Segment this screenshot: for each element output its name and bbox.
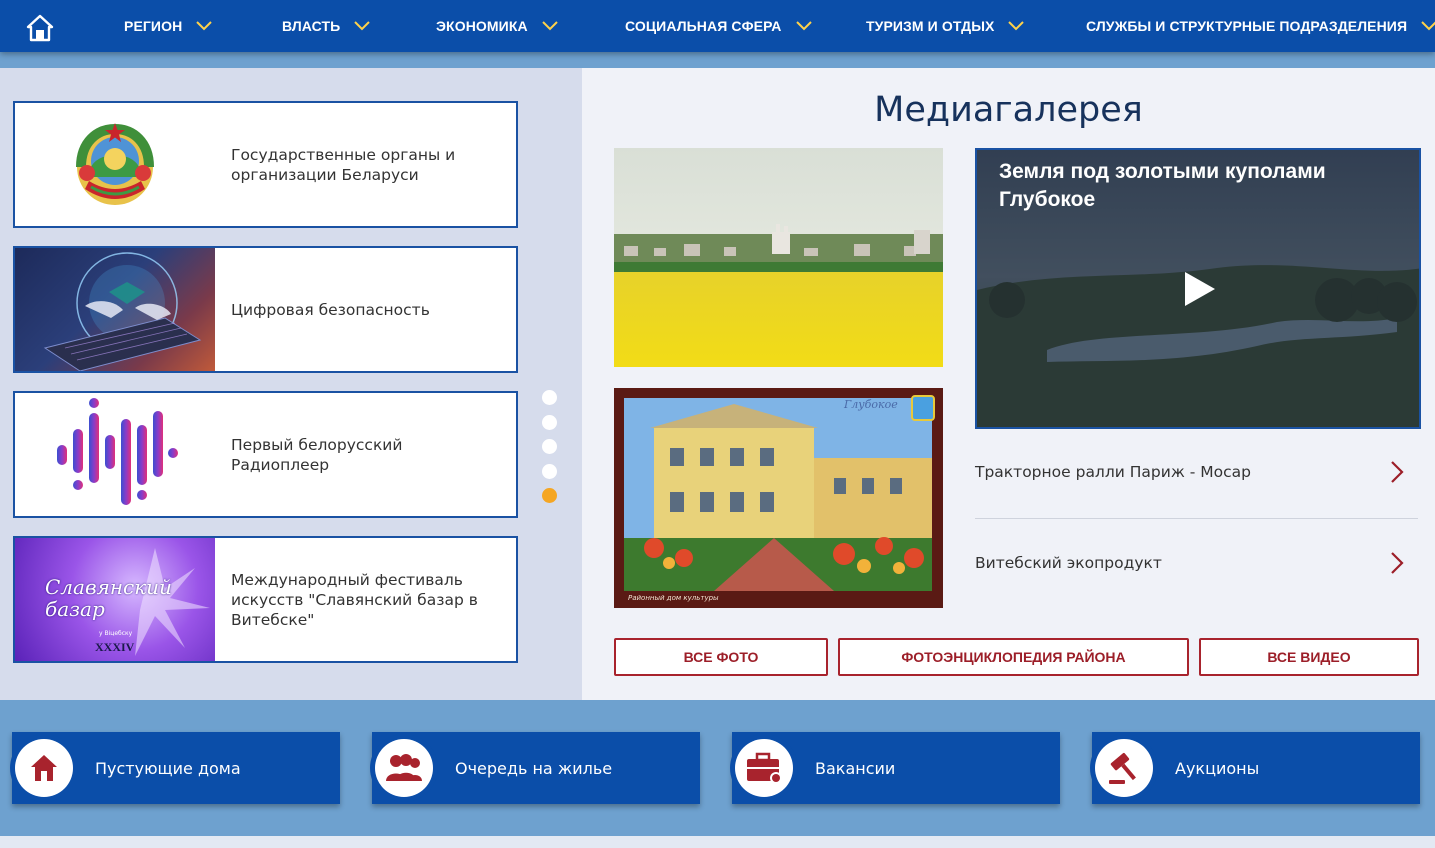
video-link-label: Тракторное ралли Париж - Мосар [975, 463, 1251, 481]
chevron-down-icon [196, 21, 212, 31]
chevron-down-icon [795, 21, 812, 31]
service-icon-wrapper [10, 734, 78, 802]
banner-digital-security[interactable]: Цифровая безопасность [13, 246, 518, 373]
gallery-title: Медиагалерея [874, 90, 1143, 130]
video-title: Земля под золотыми куполами Глубокое [999, 160, 1326, 211]
belarus-emblem-icon [15, 103, 215, 226]
gavel-icon [1109, 752, 1136, 784]
photo-encyclopedia-button[interactable]: ФОТОЭНЦИКЛОПЕДИЯ РАЙОНА [838, 638, 1189, 676]
header-strip [0, 52, 1435, 68]
service-housing-queue[interactable]: Очередь на жилье [370, 732, 700, 804]
nav-item-economy[interactable]: ЭКОНОМИКА [436, 0, 558, 52]
service-auctions[interactable]: Аукционы [1090, 732, 1420, 804]
service-icon-wrapper [730, 734, 798, 802]
slider-dot[interactable] [542, 439, 557, 454]
cyber-security-image [15, 248, 215, 371]
radio-wave-logo-icon [15, 393, 215, 516]
service-vacancies[interactable]: Вакансии [730, 732, 1060, 804]
nav-item-social[interactable]: СОЦИАЛЬНАЯ СФЕРА [625, 0, 812, 52]
banner-label: Международный фестиваль искусств "Славян… [231, 570, 478, 629]
festival-edition-number: XXXIV [95, 640, 135, 654]
nav-item-tourism[interactable]: ТУРИЗМ И ОТДЫХ [866, 0, 1025, 52]
nav-item-region[interactable]: РЕГИОН [124, 0, 212, 52]
briefcase-icon [747, 752, 782, 784]
gallery-photo-field[interactable] [614, 148, 943, 367]
festival-logo-text: Славянский базар [45, 575, 172, 621]
all-videos-button[interactable]: ВСЕ ВИДЕО [1199, 638, 1419, 676]
slider-dot[interactable] [542, 414, 557, 430]
slider-dot[interactable] [542, 463, 557, 479]
banner-radio-player[interactable]: Первый белорусский Радиоплеер [13, 391, 518, 518]
photo-caption: Районный дом культуры [628, 594, 719, 602]
service-icon-wrapper [370, 734, 438, 802]
service-icon-wrapper [1090, 734, 1158, 802]
chevron-down-icon [354, 21, 371, 31]
chevron-down-icon [1008, 21, 1025, 31]
nav-label: СЛУЖБЫ И СТРУКТУРНЫЕ ПОДРАЗДЕЛЕНИЯ [1086, 18, 1408, 34]
photo-stamp-text: Глубокое [844, 398, 898, 411]
festival-logo-subtext: у Віцебску [99, 630, 133, 637]
gallery-video[interactable]: Земля под золотыми куполами Глубокое [975, 148, 1421, 429]
nav-label: ВЛАСТЬ [282, 18, 341, 34]
nav-label: ЭКОНОМИКА [436, 18, 528, 34]
house-icon [31, 755, 57, 781]
video-link-label: Витебский экопродукт [975, 554, 1162, 572]
chevron-right-icon [1391, 552, 1404, 574]
media-gallery: Медиагалерея Глубокое Районный дом культ… [582, 68, 1435, 700]
page-footer-edge [0, 836, 1435, 848]
service-empty-houses[interactable]: Пустующие дома [10, 732, 340, 804]
top-navigation: РЕГИОН ВЛАСТЬ ЭКОНОМИКА СОЦИАЛЬНАЯ СФЕРА… [0, 0, 1435, 52]
banner-label: Цифровая безопасность [231, 300, 430, 319]
people-queue-icon [386, 754, 422, 781]
slider-dot-active[interactable] [542, 488, 557, 503]
chevron-right-icon [1391, 461, 1404, 483]
nav-item-vlast[interactable]: ВЛАСТЬ [282, 0, 371, 52]
banner-label: Государственные органы и организации Бел… [231, 145, 456, 184]
play-icon[interactable] [1183, 270, 1217, 308]
video-link-ecoproduct[interactable]: Витебский экопродукт [975, 518, 1418, 608]
banner-label: Первый белорусский Радиоплеер [231, 435, 403, 474]
gallery-photo-culture-house[interactable]: Глубокое Районный дом культуры [614, 388, 943, 608]
nav-item-services[interactable]: СЛУЖБЫ И СТРУКТУРНЫЕ ПОДРАЗДЕЛЕНИЯ [1086, 0, 1435, 52]
service-label: Пустующие дома [95, 758, 241, 778]
chevron-down-icon [541, 21, 558, 31]
service-label: Очередь на жилье [455, 758, 613, 778]
all-photos-button[interactable]: ВСЕ ФОТО [614, 638, 828, 676]
nav-label: СОЦИАЛЬНАЯ СФЕРА [625, 18, 782, 34]
festival-logo-image: Славянский базар у Віцебску XXXIV [15, 538, 215, 661]
chevron-down-icon [1421, 21, 1435, 31]
service-label: Аукционы [1175, 758, 1260, 778]
banner-column: Государственные органы и организации Бел… [0, 68, 582, 700]
services-bar: Пустующие дома Очередь на жилье Вакансии… [0, 700, 1435, 836]
slider-pagination [542, 390, 558, 513]
nav-label: ТУРИЗМ И ОТДЫХ [866, 18, 995, 34]
service-label: Вакансии [815, 758, 896, 778]
banner-gov-organizations[interactable]: Государственные органы и организации Бел… [13, 101, 518, 228]
video-link-tractor-rally[interactable]: Тракторное ралли Париж - Мосар [975, 427, 1418, 517]
banner-slavianski-bazar[interactable]: Славянский базар у Віцебску XXXIV Междун… [13, 536, 518, 663]
nav-label: РЕГИОН [124, 18, 183, 34]
slider-dot[interactable] [542, 390, 557, 405]
home-icon[interactable] [26, 14, 54, 42]
